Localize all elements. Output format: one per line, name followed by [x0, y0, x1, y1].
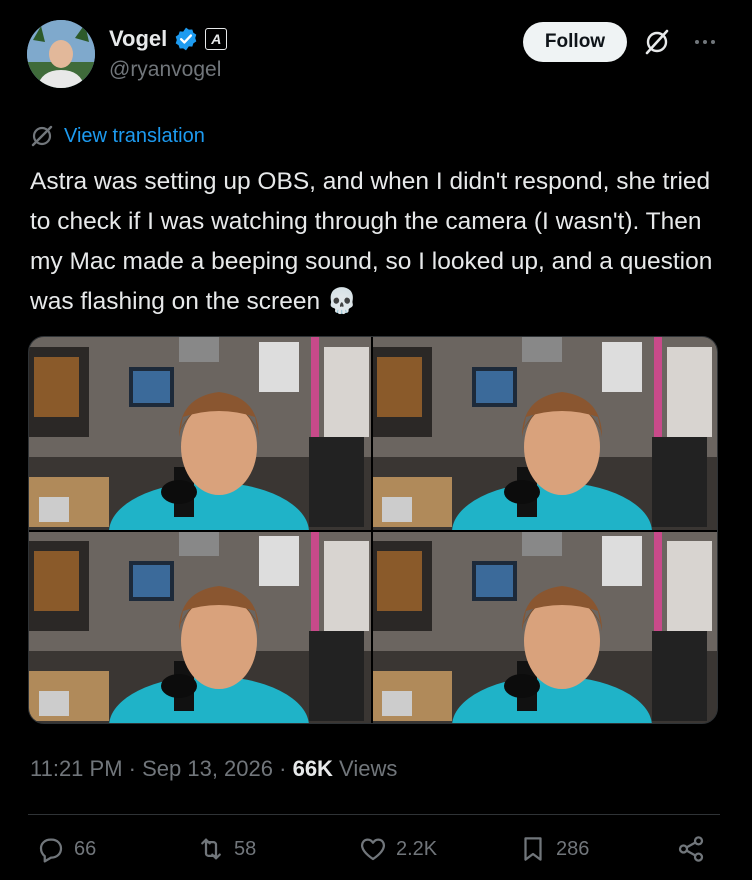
reply-button[interactable]: 66 [36, 834, 96, 864]
tweet-header: Vogel A @ryanvogel Follow [27, 20, 725, 92]
more-options-icon[interactable] [693, 30, 717, 54]
reply-icon [39, 838, 63, 863]
repost-button[interactable]: 58 [196, 834, 256, 864]
bookmark-icon [524, 837, 542, 861]
tweet-date[interactable]: Sep 13, 2026 [142, 756, 273, 781]
media-image [29, 337, 717, 723]
author-names: Vogel A @ryanvogel [109, 26, 228, 82]
repost-count: 58 [234, 837, 257, 860]
share-icon [678, 836, 704, 862]
views-count[interactable]: 66K [293, 756, 333, 781]
meta-separator: · [122, 756, 143, 781]
heart-icon [360, 838, 386, 861]
translate-row[interactable]: View translation [30, 124, 205, 148]
handle[interactable]: @ryanvogel [109, 58, 227, 82]
like-button[interactable]: 2.2K [358, 834, 437, 864]
bookmark-count: 286 [556, 837, 590, 860]
verified-badge-icon [175, 27, 197, 51]
grok-translate-icon [31, 125, 53, 147]
display-name[interactable]: Vogel [109, 26, 167, 52]
tweet-media[interactable] [28, 336, 718, 724]
view-translation-link[interactable]: View translation [64, 125, 205, 148]
tweet-time[interactable]: 11:21 PM [30, 756, 123, 781]
views-label: Views [332, 756, 398, 781]
action-bar: 66 58 2.2K 286 [0, 826, 752, 876]
tweet-meta: 11:21 PM · Sep 13, 2026 · 66K Views [30, 756, 397, 782]
divider [28, 814, 720, 815]
grok-icon[interactable] [643, 28, 671, 56]
affiliate-badge-icon[interactable]: A [205, 28, 228, 50]
reply-count: 66 [74, 837, 97, 860]
like-count: 2.2K [396, 837, 438, 860]
avatar[interactable] [27, 20, 95, 88]
bookmark-button[interactable]: 286 [518, 834, 589, 864]
meta-separator-2: · [273, 756, 293, 781]
repost-icon [201, 838, 221, 860]
tweet-text: Astra was setting up OBS, and when I did… [30, 168, 713, 315]
follow-button[interactable]: Follow [523, 22, 627, 62]
share-button[interactable] [676, 834, 706, 864]
